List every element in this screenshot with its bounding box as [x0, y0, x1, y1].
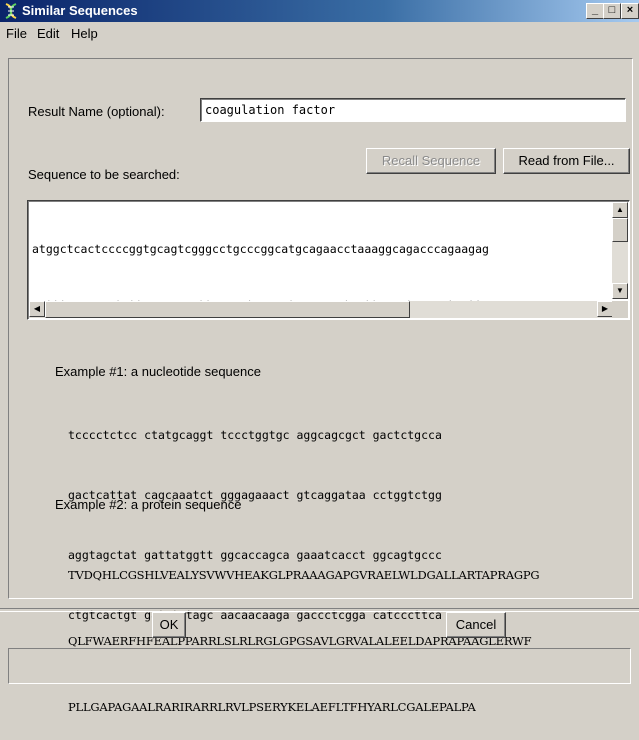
title-bar[interactable]: Similar Sequences _ □ ×: [0, 0, 639, 22]
menu-bar: File Edit Help: [0, 22, 639, 44]
result-name-label: Result Name (optional):: [28, 104, 165, 119]
menu-edit[interactable]: Edit: [37, 26, 59, 41]
maximize-button[interactable]: □: [603, 3, 621, 19]
horizontal-scrollbar[interactable]: ◀ ▶: [29, 301, 613, 318]
scroll-corner: [612, 301, 628, 318]
example-2-heading: Example #2: a protein sequence: [55, 497, 242, 512]
menu-help[interactable]: Help: [71, 26, 98, 41]
dna-app-icon: [5, 3, 17, 19]
sequence-line: atggctcactccccggtgcagtcgggcctgcccggcatgc…: [32, 242, 489, 256]
menu-file[interactable]: File: [6, 26, 27, 41]
scroll-right-arrow-icon[interactable]: ▶: [597, 301, 613, 317]
window-title: Similar Sequences: [22, 3, 138, 18]
result-name-input[interactable]: coagulation factor: [200, 98, 626, 122]
example-line: PLLGAPAGAALRARIRARRLRVLPSERYKELAEFLTFHYA…: [68, 700, 476, 714]
horizontal-scroll-thumb[interactable]: [45, 301, 410, 318]
scroll-down-arrow-icon[interactable]: ▼: [612, 283, 628, 299]
minimize-button[interactable]: _: [586, 3, 604, 19]
sequence-label: Sequence to be searched:: [28, 167, 180, 182]
ok-button[interactable]: OK: [152, 612, 186, 638]
example-line: TVDQHLCGSHLVEALYSVWVHEAKGLPRAAAGAPGVRAEL…: [68, 568, 540, 582]
recall-sequence-button[interactable]: Recall Sequence: [366, 148, 496, 174]
close-button[interactable]: ×: [621, 3, 639, 19]
status-bar: [8, 648, 631, 684]
example-1-heading: Example #1: a nucleotide sequence: [55, 364, 261, 379]
example-line: tcccctctcc ctatgcaggt tccctggtgc aggcagc…: [68, 428, 442, 442]
scroll-left-arrow-icon[interactable]: ◀: [29, 301, 45, 317]
scroll-up-arrow-icon[interactable]: ▲: [612, 202, 628, 218]
read-from-file-button[interactable]: Read from File...: [503, 148, 630, 174]
button-separator: [0, 608, 639, 612]
cancel-button[interactable]: Cancel: [446, 612, 506, 638]
vertical-scroll-thumb[interactable]: [612, 218, 628, 242]
vertical-scrollbar[interactable]: ▲ ▼: [612, 202, 628, 299]
sequence-textarea[interactable]: atggctcactccccggtgcagtcgggcctgcccggcatgc…: [27, 200, 630, 320]
